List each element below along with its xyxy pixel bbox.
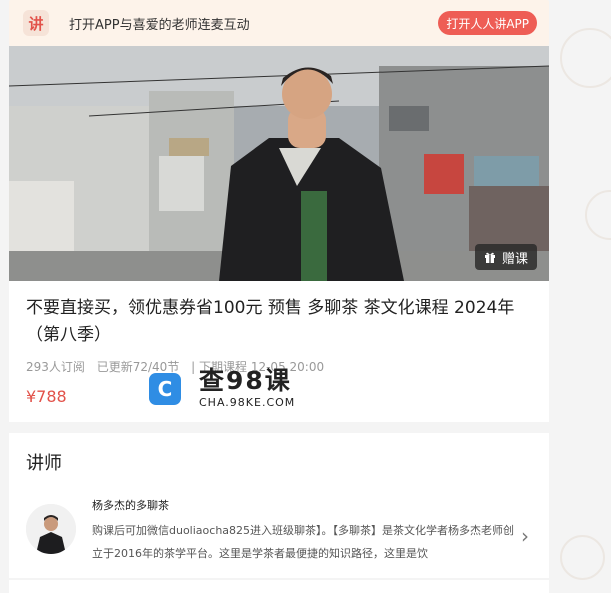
app-promo-bar: 讲 打开APP与喜爱的老师连麦互动 打开人人讲APP — [9, 0, 549, 46]
teacher-description: 购课后可加微信duoliaocha825进入班级聊茶】。【多聊茶】是茶文化学者杨… — [92, 524, 515, 560]
teacher-card[interactable]: 杨多杰的多聊茶 购课后可加微信duoliaocha825进入班级聊茶】。【多聊茶… — [26, 497, 533, 565]
gift-course-label: 赠课 — [501, 251, 528, 267]
app-promo-text: 打开APP与喜爱的老师连麦互动 — [69, 17, 250, 33]
teacher-avatar — [26, 504, 76, 554]
background-decoration — [560, 28, 611, 88]
chevron-right-icon[interactable]: › — [517, 507, 533, 565]
main-column: 讲 打开APP与喜爱的老师连麦互动 打开人人讲APP 赠课 不要直接买，领优惠券… — [9, 0, 549, 422]
app-logo-icon: 讲 — [23, 10, 49, 36]
open-app-button[interactable]: 打开人人讲APP — [438, 11, 537, 35]
next-section-edge — [9, 580, 549, 593]
watermark-main: 查98课 — [199, 366, 292, 395]
subscriber-count: 293人订阅 — [26, 360, 85, 374]
background-decoration — [585, 190, 611, 240]
teacher-section: 讲师 杨多杰的多聊茶 购课后可加微信duoliaocha825进入班级聊茶】。【… — [9, 433, 549, 578]
background-decoration — [560, 535, 605, 580]
app-logo-char: 讲 — [28, 14, 44, 33]
course-title: 不要直接买，领优惠券省100元 预售 多聊茶 茶文化课程 2024年（第八季） — [26, 298, 515, 345]
course-cover-image: 赠课 — [9, 46, 549, 281]
teacher-heading: 讲师 — [26, 453, 62, 474]
cover-photo — [9, 46, 549, 281]
teacher-body: 杨多杰的多聊茶 购课后可加微信duoliaocha825进入班级聊茶】。【多聊茶… — [92, 497, 517, 565]
watermark-logo-char: C — [157, 376, 173, 401]
gift-icon — [484, 251, 496, 263]
watermark-logo-icon: C — [149, 372, 181, 405]
site-watermark: C 查98课 CHA.98KE.COM — [149, 368, 295, 409]
watermark-text: 查98课 CHA.98KE.COM — [199, 366, 296, 410]
watermark-sub: CHA.98KE.COM — [199, 396, 296, 409]
gift-course-button[interactable]: 赠课 — [474, 244, 537, 270]
teacher-name: 杨多杰的多聊茶 — [92, 499, 169, 512]
